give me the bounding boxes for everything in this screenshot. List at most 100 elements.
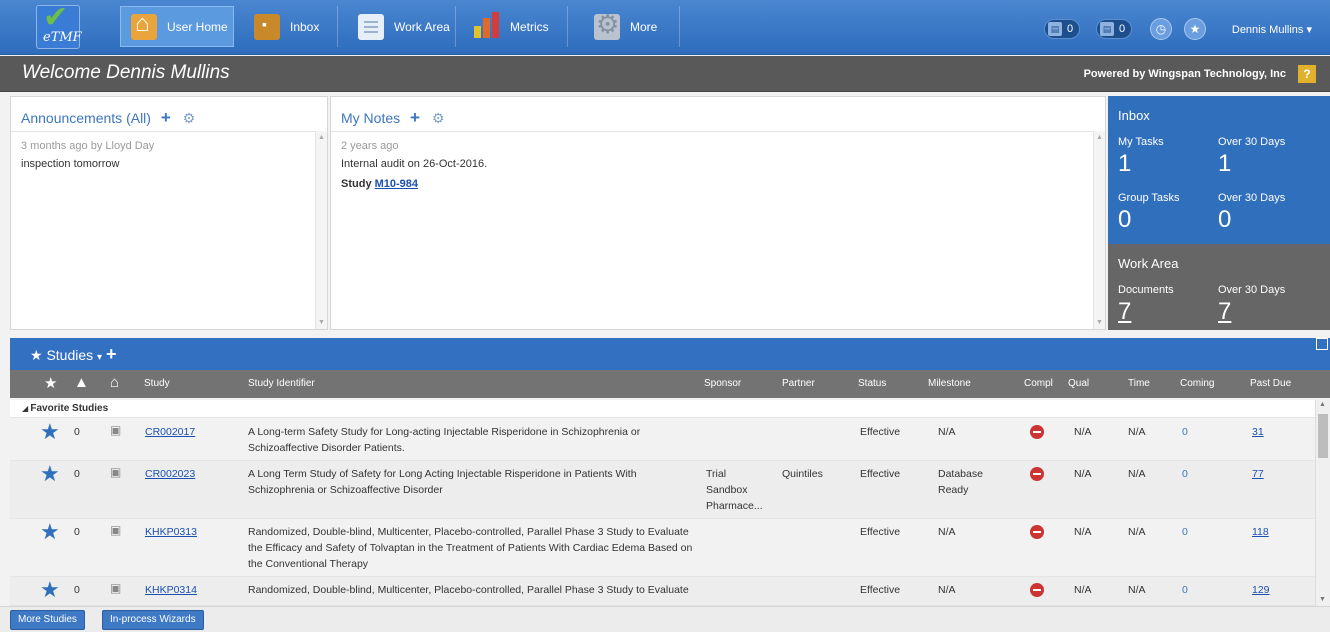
documents-label: Documents xyxy=(1118,284,1174,296)
tab-work-area[interactable]: Work Area xyxy=(348,6,456,47)
past-due-link[interactable]: 118 xyxy=(1252,524,1269,540)
inbox-summary-tile[interactable]: Inbox My Tasks 1 Over 30 Days 1 Group Ta… xyxy=(1108,96,1330,244)
scroll-thumb[interactable] xyxy=(1318,414,1328,458)
user-icon[interactable]: ▲ xyxy=(74,374,89,391)
in-process-wizards-button[interactable]: In-process Wizards xyxy=(102,610,204,630)
scroll-up-icon[interactable]: ▲ xyxy=(1096,134,1103,141)
documents-count[interactable]: 7 xyxy=(1118,298,1131,326)
scroll-up-icon[interactable]: ▲ xyxy=(1319,401,1326,408)
past-due-link[interactable]: 129 xyxy=(1252,582,1270,598)
no-entry-icon xyxy=(1030,525,1044,539)
document-counter[interactable]: ▤ 0 xyxy=(1096,19,1133,39)
settings-gear-icon[interactable]: ⚙ xyxy=(183,110,196,126)
welcome-bar: Welcome Dennis Mullins Powered by Wingsp… xyxy=(0,56,1330,92)
favorite-star-icon[interactable]: ★ xyxy=(44,374,57,392)
col-past-due[interactable]: Past Due xyxy=(1250,378,1291,389)
add-note-icon[interactable]: + xyxy=(410,108,420,127)
chevron-down-icon: ▾ xyxy=(1306,24,1312,36)
table-row[interactable]: ★ 0 ▣ KHKP0314 Randomized, Double-blind,… xyxy=(10,577,1315,606)
my-tasks-count[interactable]: 1 xyxy=(1118,150,1131,178)
user-menu[interactable]: Dennis Mullins ▾ xyxy=(1232,23,1312,36)
powered-by: Powered by Wingspan Technology, Inc xyxy=(1083,68,1286,80)
col-study[interactable]: Study xyxy=(144,378,170,389)
favorite-star-icon[interactable]: ★ xyxy=(40,521,60,543)
inbox-icon xyxy=(254,13,280,40)
study-status: Effective xyxy=(860,584,901,596)
tab-inbox[interactable]: Inbox xyxy=(244,6,338,47)
group-tasks-label: Group Tasks xyxy=(1118,192,1180,204)
col-compl[interactable]: Compl xyxy=(1024,378,1053,389)
add-announcement-icon[interactable]: + xyxy=(161,108,171,127)
group-over30-count[interactable]: 0 xyxy=(1218,206,1231,234)
site-icon: ▣ xyxy=(110,581,122,595)
study-link[interactable]: CR002017 xyxy=(145,424,195,440)
task-counter[interactable]: ▤ 0 xyxy=(1044,19,1081,39)
announcement-meta: 3 months ago by Lloyd Day xyxy=(21,140,155,152)
col-milestone[interactable]: Milestone xyxy=(928,378,971,389)
coming-value[interactable]: 0 xyxy=(1182,582,1188,598)
tab-more[interactable]: More xyxy=(584,6,680,47)
favorite-star-icon[interactable]: ★ xyxy=(40,463,60,485)
favorites-star-icon[interactable]: ★ xyxy=(1184,18,1206,40)
scroll-down-icon[interactable]: ▼ xyxy=(318,319,325,326)
etmf-logo[interactable]: ✔ eTMF xyxy=(36,0,82,49)
notes-scrollbar[interactable]: ▲ ▼ xyxy=(1093,131,1105,329)
study-link[interactable]: CR002023 xyxy=(145,466,195,482)
study-status: Effective xyxy=(860,468,901,480)
study-status: Effective xyxy=(860,426,901,438)
table-row[interactable]: ★ 0 ▣ CR002023 A Long Term Study of Safe… xyxy=(10,461,1315,519)
announcements-body: 3 months ago by Lloyd Day inspection tom… xyxy=(11,131,315,329)
over30-count[interactable]: 7 xyxy=(1218,298,1231,326)
site-icon: ▣ xyxy=(110,423,122,437)
col-sponsor[interactable]: Sponsor xyxy=(704,378,741,389)
announcements-title: Announcements (All) xyxy=(21,110,151,126)
coming-value[interactable]: 0 xyxy=(1182,424,1188,440)
col-time[interactable]: Time xyxy=(1128,378,1150,389)
coming-value[interactable]: 0 xyxy=(1182,466,1188,482)
expand-icon[interactable] xyxy=(1316,338,1328,350)
add-study-icon[interactable]: + xyxy=(106,344,117,364)
coming-value[interactable]: 0 xyxy=(1182,524,1188,540)
scroll-down-icon[interactable]: ▼ xyxy=(1319,596,1326,603)
home-icon[interactable]: ⌂ xyxy=(110,374,119,391)
no-entry-icon xyxy=(1030,425,1044,439)
col-coming[interactable]: Coming xyxy=(1180,378,1214,389)
studies-scrollbar[interactable]: ▲ ▼ xyxy=(1315,400,1330,606)
gear-icon xyxy=(594,9,620,40)
col-partner[interactable]: Partner xyxy=(782,378,815,389)
notes-header: My Notes + ⚙ xyxy=(341,108,444,128)
scroll-up-icon[interactable]: ▲ xyxy=(318,134,325,141)
col-study-identifier[interactable]: Study Identifier xyxy=(248,378,315,389)
favorite-star-icon[interactable]: ★ xyxy=(40,579,60,601)
settings-gear-icon[interactable]: ⚙ xyxy=(432,110,445,126)
star-icon: ★ xyxy=(30,347,43,363)
history-icon[interactable]: ◷ xyxy=(1150,18,1172,40)
group-tasks-count[interactable]: 0 xyxy=(1118,206,1131,234)
announcements-scrollbar[interactable]: ▲ ▼ xyxy=(315,131,327,329)
tab-metrics[interactable]: Metrics xyxy=(464,6,568,47)
more-studies-button[interactable]: More Studies xyxy=(10,610,85,630)
group-over30-label: Over 30 Days xyxy=(1218,192,1286,204)
table-row[interactable]: ★ 0 ▣ KHKP0313 Randomized, Double-blind,… xyxy=(10,519,1315,577)
tab-user-home[interactable]: User Home xyxy=(120,6,234,47)
time-value: N/A xyxy=(1128,584,1146,596)
col-status[interactable]: Status xyxy=(858,378,886,389)
study-link[interactable]: KHKP0313 xyxy=(145,524,197,540)
scroll-down-icon[interactable]: ▼ xyxy=(1096,319,1103,326)
study-link[interactable]: M10-984 xyxy=(375,178,418,190)
past-due-link[interactable]: 31 xyxy=(1252,424,1264,440)
table-row[interactable]: ★ 0 ▣ CR002017 A Long-term Safety Study … xyxy=(10,419,1315,461)
studies-menu[interactable]: ★ Studies ▾ + xyxy=(30,344,116,365)
my-over30-label: Over 30 Days xyxy=(1218,136,1286,148)
note-meta: 2 years ago xyxy=(341,140,399,152)
study-link[interactable]: KHKP0314 xyxy=(145,582,197,598)
favorite-star-icon[interactable]: ★ xyxy=(40,421,60,443)
row-count: 0 xyxy=(74,426,80,438)
col-qual[interactable]: Qual xyxy=(1068,378,1089,389)
my-over30-count[interactable]: 1 xyxy=(1218,150,1231,178)
help-button[interactable]: ? xyxy=(1298,65,1316,83)
row-count: 0 xyxy=(74,584,80,596)
past-due-link[interactable]: 77 xyxy=(1252,466,1264,482)
work-area-summary-tile[interactable]: Work Area Documents 7 Over 30 Days 7 xyxy=(1108,244,1330,330)
favorite-studies-group[interactable]: ◢ Favorite Studies xyxy=(10,400,1315,418)
